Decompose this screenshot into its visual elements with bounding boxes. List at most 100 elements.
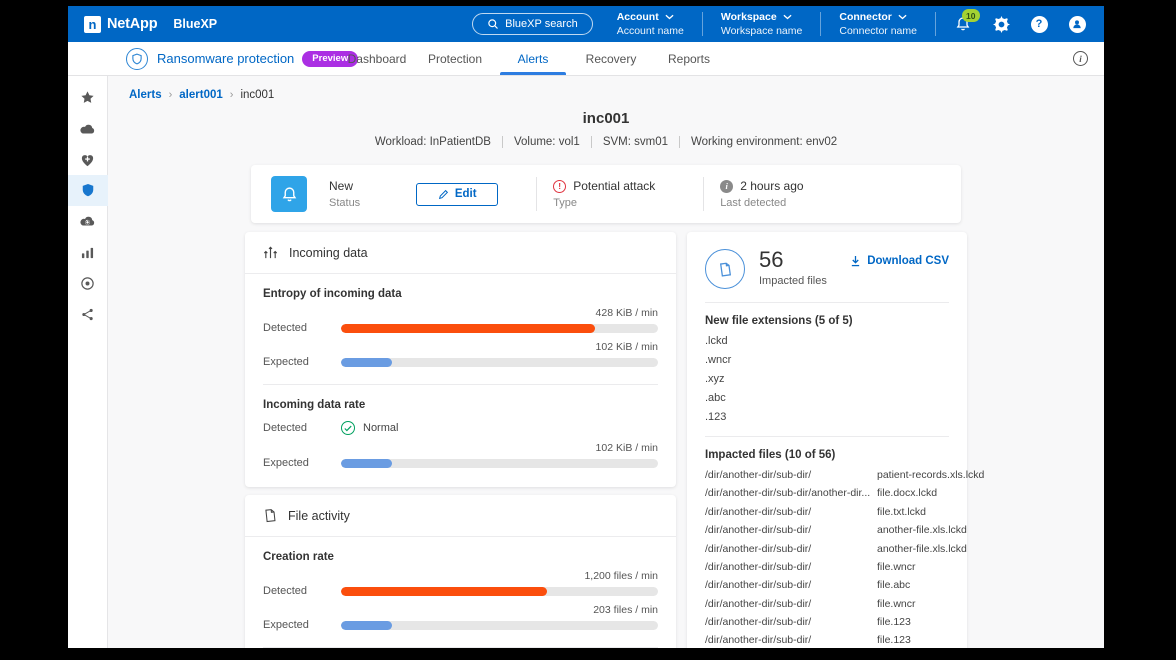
impacted-files-section: Impacted files (10 of 56) /dir/another-d… xyxy=(687,437,967,648)
brand-name: NetApp xyxy=(107,16,157,32)
meta-svm: SVM: svm01 xyxy=(591,136,668,148)
app-title: Ransomware protection xyxy=(157,51,294,66)
search-icon xyxy=(487,18,499,30)
detected-label: Detected xyxy=(263,585,341,597)
product-name: BlueXP xyxy=(173,17,217,31)
rate-expected-bar xyxy=(341,459,658,468)
file-row: /dir/another-dir/sub-dir/patient-records… xyxy=(705,466,949,484)
section-divider xyxy=(263,647,658,648)
extension-item: .xyz xyxy=(705,370,949,389)
meta-volume: Volume: vol1 xyxy=(502,136,580,148)
impacted-files-list-title: Impacted files (10 of 56) xyxy=(705,449,949,461)
expected-label: Expected xyxy=(263,457,341,469)
potential-attack-icon: ! xyxy=(553,180,566,193)
sidebar-item-health[interactable] xyxy=(68,144,108,175)
shield-icon xyxy=(81,183,95,198)
entropy-section-title: Entropy of incoming data xyxy=(263,288,658,300)
help-icon[interactable]: ? xyxy=(1030,15,1048,33)
file-row: /dir/another-dir/sub-dir/file.123 xyxy=(705,613,949,631)
sidebar-item-analytics[interactable] xyxy=(68,237,108,268)
sidebar-item-ransomware-protection[interactable] xyxy=(68,175,108,206)
download-icon xyxy=(850,255,861,267)
last-detected-value: 2 hours ago xyxy=(740,179,803,193)
file-row: /dir/another-dir/sub-dir/file.wncr xyxy=(705,595,949,613)
status-card-divider xyxy=(536,177,537,211)
star-icon xyxy=(80,90,95,105)
edit-status-button[interactable]: Edit xyxy=(416,183,498,206)
alert-bell-icon xyxy=(271,176,307,212)
breadcrumb-separator: › xyxy=(230,89,234,101)
bar-chart-icon xyxy=(81,246,94,259)
search-label: BlueXP search xyxy=(505,18,578,30)
entropy-expected-bar xyxy=(341,358,658,367)
breadcrumb: Alerts › alert001 › inc001 xyxy=(108,76,1104,101)
rate-expected-value: 102 KiB / min xyxy=(263,442,658,454)
extension-item: .lckd xyxy=(705,332,949,351)
status-card: New Status Edit ! Potential attack Type xyxy=(251,165,961,223)
sidebar-item-governance[interactable] xyxy=(68,268,108,299)
share-icon xyxy=(81,308,94,321)
page-info-icon[interactable]: i xyxy=(1073,51,1088,66)
settings-gear-icon[interactable] xyxy=(992,15,1010,33)
tab-protection[interactable]: Protection xyxy=(416,42,494,75)
download-csv-link[interactable]: Download CSV xyxy=(850,255,949,267)
heart-icon xyxy=(80,153,95,167)
incoming-data-card: Incoming data Entropy of incoming data 4… xyxy=(245,232,676,487)
section-divider xyxy=(263,384,658,385)
detected-label: Detected xyxy=(263,322,341,334)
file-activity-card: File activity Creation rate 1,200 files … xyxy=(245,495,676,648)
ransomware-protection-logo-icon xyxy=(126,48,148,70)
netapp-logo-icon: n xyxy=(84,16,101,33)
tab-dashboard[interactable]: Dashboard xyxy=(338,42,416,75)
sidebar-item-share[interactable] xyxy=(68,299,108,330)
impacted-files-label: Impacted files xyxy=(759,275,827,287)
extension-item: .abc xyxy=(705,388,949,407)
connector-menu[interactable]: Connector Connector name xyxy=(839,11,917,37)
sidebar-item-restore[interactable] xyxy=(68,206,108,237)
user-avatar-icon[interactable] xyxy=(1068,15,1086,33)
sidebar-item-storage[interactable] xyxy=(68,113,108,144)
breadcrumb-alert001-link[interactable]: alert001 xyxy=(179,89,222,101)
cloud-icon xyxy=(79,123,96,135)
tab-recovery[interactable]: Recovery xyxy=(572,42,650,75)
status-value: New xyxy=(329,179,360,193)
tab-reports[interactable]: Reports xyxy=(650,42,728,75)
breadcrumb-separator: › xyxy=(169,89,173,101)
top-header: n NetApp BlueXP BlueXP search Account Ac… xyxy=(68,6,1104,42)
main-content: Alerts › alert001 › inc001 inc001 Worklo… xyxy=(108,76,1104,648)
creation-detected-bar xyxy=(341,587,658,596)
file-icon xyxy=(263,508,277,523)
file-row: /dir/another-dir/sub-dir/another-dir...f… xyxy=(705,484,949,502)
notification-count-badge: 10 xyxy=(962,9,980,22)
chevron-down-icon xyxy=(783,14,792,20)
file-row: /dir/another-dir/sub-dir/file.txt.lckd xyxy=(705,503,949,521)
impacted-files-card: 56 Impacted files Download CSV New file … xyxy=(687,232,967,648)
incident-title: inc001 xyxy=(108,110,1104,127)
entropy-expected-value: 102 KiB / min xyxy=(263,341,658,353)
tab-alerts[interactable]: Alerts xyxy=(494,42,572,75)
file-row: /dir/another-dir/sub-dir/file.abc xyxy=(705,576,949,594)
sidebar-item-favorites[interactable] xyxy=(68,82,108,113)
last-detected-label: Last detected xyxy=(720,197,803,209)
impacted-file-icon xyxy=(705,249,745,289)
meta-workload: Workload: InPatientDB xyxy=(375,136,491,148)
bluexp-search-button[interactable]: BlueXP search xyxy=(472,13,593,35)
app-subheader: Ransomware protection Preview Dashboard … xyxy=(68,42,1104,76)
rate-detected-status: Normal xyxy=(363,422,398,434)
status-card-divider xyxy=(703,177,704,211)
breadcrumb-alerts-link[interactable]: Alerts xyxy=(129,89,162,101)
creation-expected-value: 203 files / min xyxy=(263,604,658,616)
workspace-menu[interactable]: Workspace Workspace name xyxy=(721,11,803,37)
creation-detected-value: 1,200 files / min xyxy=(263,570,658,582)
incident-meta: Workload: InPatientDB Volume: vol1 SVM: … xyxy=(108,136,1104,148)
check-circle-icon xyxy=(341,421,355,435)
creation-rate-title: Creation rate xyxy=(263,551,658,563)
notifications-bell-icon[interactable]: 10 xyxy=(954,15,972,33)
header-divider xyxy=(820,12,821,36)
entropy-detected-bar xyxy=(341,324,658,333)
account-menu[interactable]: Account Account name xyxy=(617,11,684,37)
entropy-detected-value: 428 KiB / min xyxy=(263,307,658,319)
impacted-files-count: 56 xyxy=(759,249,827,271)
tab-bar: Dashboard Protection Alerts Recovery Rep… xyxy=(338,42,728,75)
file-row: /dir/another-dir/sub-dir/file.wncr xyxy=(705,558,949,576)
